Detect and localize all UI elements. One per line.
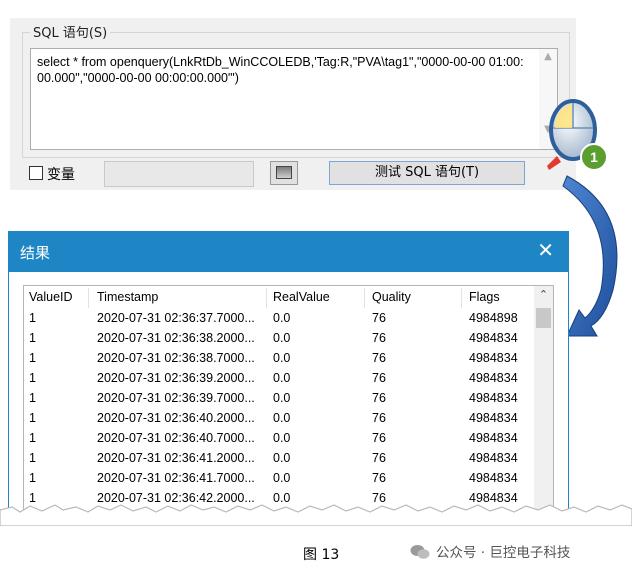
result-window: 结果 ✕ ValueID Timestamp RealValue Quality… <box>8 231 569 521</box>
torn-edge <box>0 504 632 526</box>
table-row[interactable]: 1 2020-07-31 02:36:39.7000... 0.0 76 498… <box>24 391 534 411</box>
cell-quality: 76 <box>372 431 386 445</box>
cell-valueid: 1 <box>29 431 36 445</box>
cell-valueid: 1 <box>29 471 36 485</box>
cell-realvalue: 0.0 <box>273 331 291 345</box>
cell-valueid: 1 <box>29 331 36 345</box>
result-grid: ValueID Timestamp RealValue Quality Flag… <box>23 285 554 520</box>
cell-valueid: 1 <box>29 411 36 425</box>
cell-flags: 4984834 <box>469 391 518 405</box>
column-header-flags[interactable]: Flags <box>469 290 500 304</box>
cell-valueid: 1 <box>29 371 36 385</box>
cell-flags: 4984898 <box>469 311 518 325</box>
table-row[interactable]: 1 2020-07-31 02:36:40.7000... 0.0 76 498… <box>24 431 534 451</box>
cell-timestamp: 2020-07-31 02:36:37.7000... <box>97 311 255 325</box>
table-row[interactable]: 1 2020-07-31 02:36:41.2000... 0.0 76 498… <box>24 451 534 471</box>
close-icon[interactable]: ✕ <box>537 240 554 260</box>
cell-timestamp: 2020-07-31 02:36:40.2000... <box>97 411 255 425</box>
result-titlebar: 结果 ✕ <box>9 232 568 272</box>
cell-flags: 4984834 <box>469 411 518 425</box>
table-row[interactable]: 1 2020-07-31 02:36:40.2000... 0.0 76 498… <box>24 411 534 431</box>
cell-flags: 4984834 <box>469 471 518 485</box>
cell-realvalue: 0.0 <box>273 431 291 445</box>
scrollbar-thumb[interactable] <box>536 308 551 328</box>
cell-valueid: 1 <box>29 311 36 325</box>
table-row[interactable]: 1 2020-07-31 02:36:41.7000... 0.0 76 498… <box>24 471 534 491</box>
table-row[interactable]: 1 2020-07-31 02:36:39.2000... 0.0 76 498… <box>24 371 534 391</box>
cell-quality: 76 <box>372 411 386 425</box>
database-icon <box>276 166 292 179</box>
variable-input[interactable] <box>104 161 254 187</box>
column-header-valueid[interactable]: ValueID <box>29 290 73 304</box>
cell-valueid: 1 <box>29 391 36 405</box>
column-divider[interactable] <box>266 288 267 308</box>
table-row[interactable]: 1 2020-07-31 02:36:37.7000... 0.0 76 498… <box>24 311 534 331</box>
cell-flags: 4984834 <box>469 351 518 365</box>
cell-timestamp: 2020-07-31 02:36:39.7000... <box>97 391 255 405</box>
wechat-icon <box>410 545 430 559</box>
cell-realvalue: 0.0 <box>273 471 291 485</box>
column-header-realvalue[interactable]: RealValue <box>273 290 330 304</box>
cell-quality: 76 <box>372 391 386 405</box>
scroll-up-icon[interactable]: ▲ <box>539 51 557 62</box>
table-row[interactable]: 1 2020-07-31 02:36:38.7000... 0.0 76 498… <box>24 351 534 371</box>
grid-scrollbar[interactable]: ⌃ <box>534 286 553 520</box>
sql-query-textarea[interactable]: select * from openquery(LnkRtDb_WinCCOLE… <box>30 48 558 150</box>
sql-dialog-panel: SQL 语句(S) select * from openquery(LnkRtD… <box>10 18 576 190</box>
watermark-text: 公众号 · 巨控电子科技 <box>436 545 571 561</box>
cell-valueid: 1 <box>29 351 36 365</box>
cell-timestamp: 2020-07-31 02:36:39.2000... <box>97 371 255 385</box>
figure-caption: 图 13 <box>303 547 340 563</box>
cell-flags: 4984834 <box>469 331 518 345</box>
column-divider[interactable] <box>364 288 365 308</box>
cell-flags: 4984834 <box>469 371 518 385</box>
sql-group-label: SQL 语句(S) <box>30 22 111 41</box>
column-divider[interactable] <box>461 288 462 308</box>
cell-timestamp: 2020-07-31 02:36:38.7000... <box>97 351 255 365</box>
result-window-title: 结果 <box>20 244 51 262</box>
cell-quality: 76 <box>372 311 386 325</box>
watermark: 公众号 · 巨控电子科技 <box>410 541 570 561</box>
chevron-up-icon[interactable]: ⌃ <box>534 288 553 301</box>
cell-quality: 76 <box>372 371 386 385</box>
cell-timestamp: 2020-07-31 02:36:41.2000... <box>97 451 255 465</box>
cell-realvalue: 0.0 <box>273 351 291 365</box>
test-sql-button[interactable]: 测试 SQL 语句(T) <box>329 161 525 185</box>
cell-timestamp: 2020-07-31 02:36:41.7000... <box>97 471 255 485</box>
grid-header-row: ValueID Timestamp RealValue Quality Flag… <box>24 286 534 310</box>
cell-timestamp: 2020-07-31 02:36:40.7000... <box>97 431 255 445</box>
cell-quality: 76 <box>372 351 386 365</box>
cell-timestamp: 2020-07-31 02:36:38.2000... <box>97 331 255 345</box>
cell-realvalue: 0.0 <box>273 391 291 405</box>
cell-flags: 4984834 <box>469 431 518 445</box>
column-divider[interactable] <box>88 288 89 308</box>
column-header-timestamp[interactable]: Timestamp <box>97 290 158 304</box>
cell-realvalue: 0.0 <box>273 311 291 325</box>
cell-quality: 76 <box>372 331 386 345</box>
cell-flags: 4984834 <box>469 451 518 465</box>
column-header-quality[interactable]: Quality <box>372 290 411 304</box>
table-row[interactable]: 1 2020-07-31 02:36:38.2000... 0.0 76 498… <box>24 331 534 351</box>
cell-quality: 76 <box>372 471 386 485</box>
cell-valueid: 1 <box>29 451 36 465</box>
cell-realvalue: 0.0 <box>273 451 291 465</box>
variable-checkbox[interactable] <box>29 166 43 180</box>
variable-label: 变量 <box>47 167 75 183</box>
cell-realvalue: 0.0 <box>273 371 291 385</box>
browse-database-button[interactable] <box>270 161 298 185</box>
sql-query-text[interactable]: select * from openquery(LnkRtDb_WinCCOLE… <box>37 54 529 86</box>
cell-realvalue: 0.0 <box>273 411 291 425</box>
cell-quality: 76 <box>372 451 386 465</box>
